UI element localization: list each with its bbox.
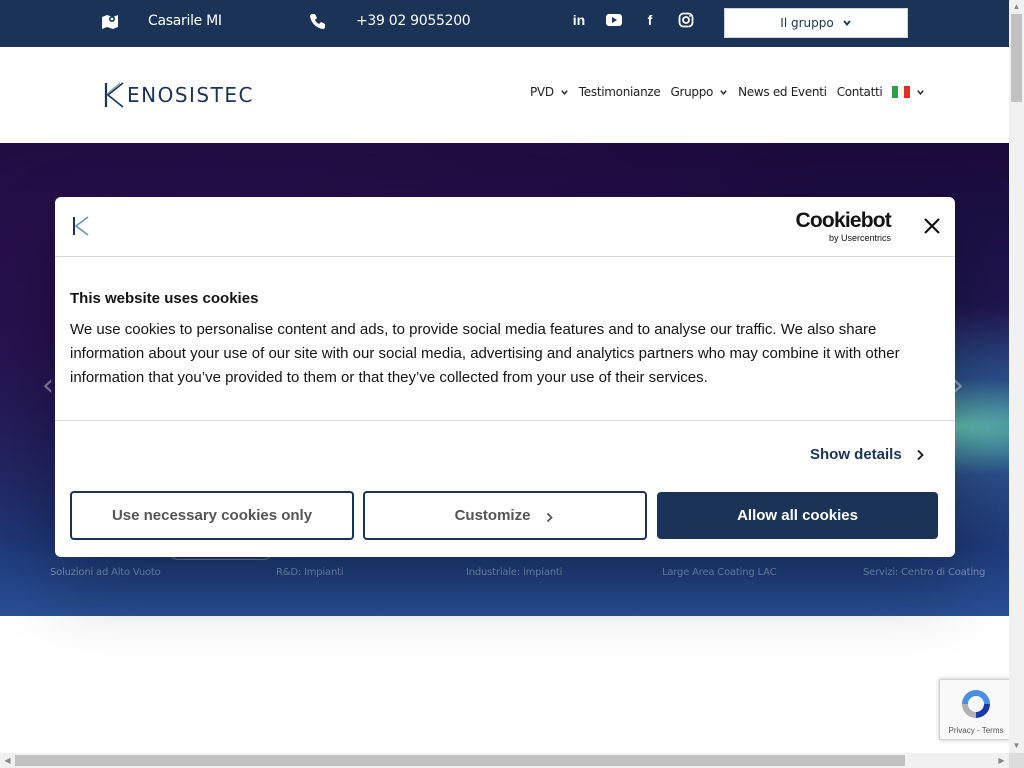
hero-tab-lac[interactable]: Large Area Coating LAC	[662, 567, 777, 578]
hero-tab-rd[interactable]: R&D: Impianti	[276, 567, 344, 578]
chevron-down-icon	[917, 89, 925, 95]
location-text: Casarile MI	[148, 12, 222, 29]
cookie-consent-dialog: Cookiebot by Usercentrics This website u…	[55, 197, 955, 557]
logo-text: ENOSISTEC	[127, 83, 254, 107]
show-details-link[interactable]: Show details	[810, 446, 926, 463]
scrollbar-corner	[1009, 753, 1024, 768]
phone-link[interactable]: +39 02 9055200	[356, 0, 471, 41]
close-icon[interactable]	[923, 217, 941, 235]
chevron-right-icon	[547, 512, 554, 522]
recaptcha-badge[interactable]: Privacy - Terms	[939, 679, 1011, 740]
scroll-right-arrow-icon[interactable]: ▶	[994, 753, 1009, 768]
vertical-scroll-thumb[interactable]	[1011, 14, 1022, 102]
linkedin-icon[interactable]: in	[571, 11, 587, 29]
scroll-down-arrow-icon[interactable]: ▼	[1009, 739, 1024, 753]
slider-prev-arrow[interactable]: ‹	[42, 368, 54, 403]
cookie-dialog-header: Cookiebot by Usercentrics	[55, 197, 955, 257]
facebook-icon[interactable]: f	[642, 11, 658, 29]
chevron-down-icon	[843, 20, 851, 26]
cookie-dialog-body: We use cookies to personalise content an…	[70, 321, 900, 386]
youtube-icon[interactable]	[605, 11, 623, 29]
cookie-dialog-title: This website uses cookies	[70, 290, 259, 307]
nav-item-gruppo[interactable]: Gruppo	[670, 85, 728, 99]
horizontal-scrollbar[interactable]: ◀ ▶	[0, 753, 1009, 768]
hero-tabs: Soluzioni ad Alto Vuoto R&D: Impianti In…	[0, 567, 1009, 587]
horizontal-scroll-thumb[interactable]	[15, 755, 905, 766]
use-necessary-cookies-button[interactable]: Use necessary cookies only	[70, 491, 354, 540]
hero-tab-servizi[interactable]: Servizi: Centro di Coating	[863, 567, 985, 578]
vertical-scrollbar[interactable]: ▲ ▼	[1009, 0, 1024, 753]
nav-item-news[interactable]: News ed Eventi	[738, 85, 827, 99]
customize-button[interactable]: Customize	[363, 491, 647, 540]
nav-item-pvd[interactable]: PVD	[530, 85, 569, 99]
kenosistec-k-icon	[73, 216, 89, 236]
scroll-up-arrow-icon[interactable]: ▲	[1009, 0, 1024, 14]
site-header: ENOSISTEC PVD Testimonianze Gruppo News …	[0, 47, 1009, 143]
gruppo-dropdown[interactable]: Il gruppo	[724, 8, 908, 38]
gruppo-label: Il gruppo	[780, 16, 834, 30]
language-switcher[interactable]	[892, 86, 925, 98]
scroll-left-arrow-icon[interactable]: ◀	[0, 753, 15, 768]
chevron-down-icon	[720, 89, 727, 95]
instagram-icon[interactable]	[678, 11, 694, 29]
site-logo[interactable]: ENOSISTEC	[103, 80, 254, 110]
recaptcha-terms[interactable]: Privacy - Terms	[940, 726, 1012, 735]
map-marker-icon	[102, 15, 118, 29]
chevron-right-icon	[917, 449, 924, 460]
phone-icon	[310, 14, 325, 29]
chevron-down-icon	[561, 89, 568, 95]
page-content-below	[0, 616, 1009, 753]
cookiebot-logo: Cookiebot by Usercentrics	[795, 209, 892, 243]
browser-viewport: Casarile MI +39 02 9055200 in f Il grupp…	[0, 0, 1009, 753]
hero-tab-industriale[interactable]: Industriale: impianti	[466, 567, 562, 578]
top-bar: Casarile MI +39 02 9055200 in f Il grupp…	[0, 0, 1009, 47]
italy-flag-icon	[892, 86, 911, 98]
kenosistec-k-icon	[104, 82, 124, 108]
allow-all-cookies-button[interactable]: Allow all cookies	[657, 492, 938, 539]
nav-item-contatti[interactable]: Contatti	[837, 85, 883, 99]
main-nav: PVD Testimonianze Gruppo News ed Eventi …	[530, 85, 935, 99]
nav-item-testimonianze[interactable]: Testimonianze	[579, 85, 661, 99]
recaptcha-icon	[962, 690, 990, 718]
divider	[55, 420, 955, 421]
hero-tab-alto-vuoto[interactable]: Soluzioni ad Alto Vuoto	[50, 567, 161, 578]
